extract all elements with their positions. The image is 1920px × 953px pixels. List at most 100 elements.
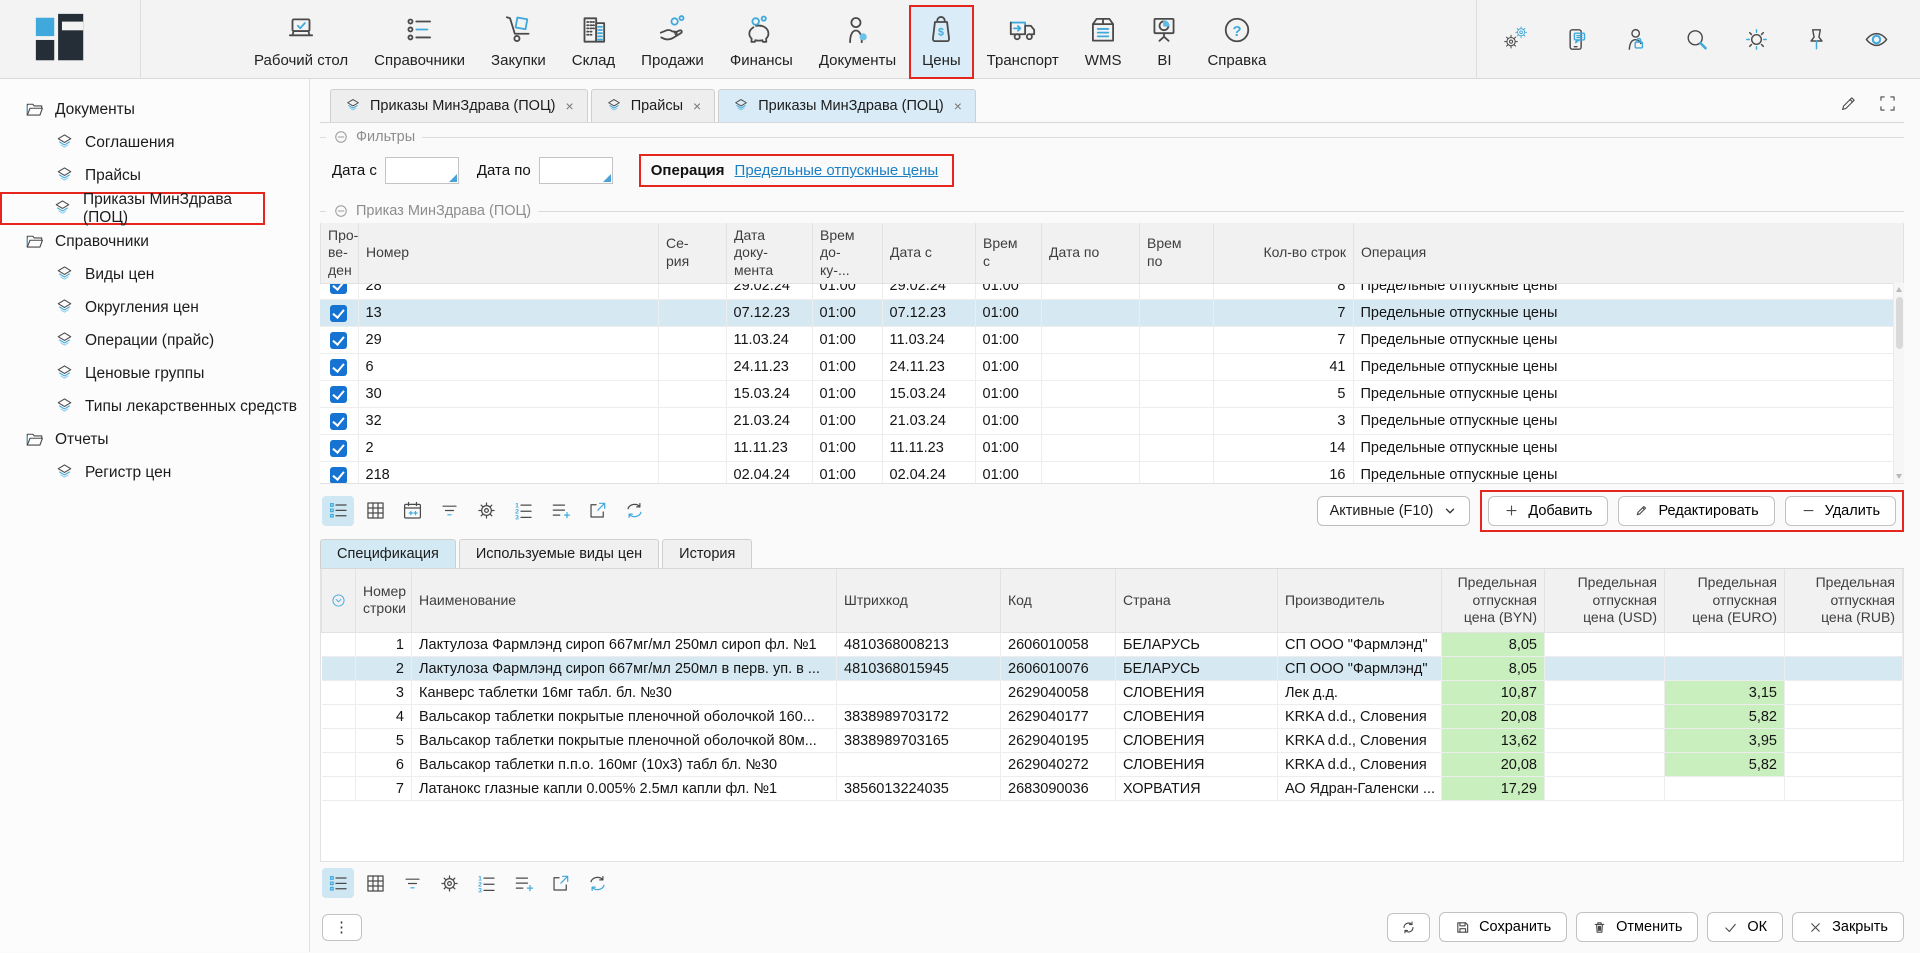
save-button[interactable]: Сохранить	[1439, 912, 1567, 942]
orders-col-header[interactable]: Про- ве- ден	[321, 223, 359, 283]
orders-col-header[interactable]: Дата с	[883, 223, 976, 283]
sidebar-item[interactable]: Документы	[0, 93, 309, 126]
tab-close-icon[interactable]: ×	[954, 98, 962, 114]
calendar-plus-button[interactable]	[396, 496, 428, 526]
menu-item-transport[interactable]: Транспорт	[974, 5, 1072, 79]
filter-button[interactable]	[396, 868, 428, 898]
sidebar-item[interactable]: Соглашения	[0, 126, 309, 159]
sidebar-item[interactable]: Операции (прайс)	[0, 324, 309, 357]
orders-row[interactable]: 2911.03.2401:0011.03.2401:007Предельные …	[320, 327, 1904, 354]
detail-tab[interactable]: История	[662, 539, 752, 568]
active-filter-select[interactable]: Активные (F10)	[1317, 496, 1471, 526]
tab-close-icon[interactable]: ×	[566, 98, 574, 114]
date-to-input[interactable]	[539, 157, 613, 184]
menu-item-finance[interactable]: Финансы	[717, 5, 806, 79]
spec-row[interactable]: 2Лактулоза Фармлэнд сироп 667мг/мл 250мл…	[322, 657, 1903, 681]
menu-item-bi[interactable]: BI	[1134, 5, 1194, 79]
menu-item-purchases[interactable]: Закупки	[478, 5, 559, 79]
spec-row[interactable]: 4Вальсакор таблетки покрытые пленочной о…	[322, 705, 1903, 729]
spec-col-header[interactable]: Штрихкод	[837, 569, 1001, 633]
user-lock-icon[interactable]	[1623, 26, 1650, 53]
edit-icon[interactable]	[1838, 93, 1859, 114]
numbered-list-button[interactable]: 123	[507, 496, 539, 526]
document-tab[interactable]: Прайсы×	[591, 89, 716, 122]
cancel-button[interactable]: Отменить	[1576, 912, 1698, 942]
menu-item-warehouse[interactable]: Склад	[559, 5, 628, 79]
spec-col-header[interactable]: Страна	[1116, 569, 1278, 633]
row-checkbox[interactable]	[330, 332, 347, 349]
spec-col-header[interactable]: Код	[1001, 569, 1116, 633]
sidebar-item[interactable]: Типы лекарственных средств	[0, 390, 309, 423]
sidebar-item[interactable]: Справочники	[0, 225, 309, 258]
list-plus-button[interactable]	[507, 868, 539, 898]
repeat-button[interactable]	[581, 868, 613, 898]
list-plus-button[interactable]	[544, 496, 576, 526]
spec-col-header[interactable]: Предельная отпускная цена (BYN)	[1442, 569, 1545, 633]
row-checkbox[interactable]	[330, 413, 347, 430]
collapse-icon[interactable]	[333, 129, 349, 145]
row-checkbox[interactable]	[330, 359, 347, 376]
orders-col-header[interactable]: Врем по	[1140, 223, 1214, 283]
orders-col-header[interactable]: Дата доку- мента	[727, 223, 813, 283]
spec-row[interactable]: 1Лактулоза Фармлэнд сироп 667мг/мл 250мл…	[322, 633, 1903, 657]
spec-col-header[interactable]: Предельная отпускная цена (USD)	[1545, 569, 1665, 633]
orders-row[interactable]: 3221.03.2401:0021.03.2401:003Предельные …	[320, 408, 1904, 435]
date-from-input[interactable]	[385, 157, 459, 184]
orders-col-header[interactable]: Дата по	[1042, 223, 1140, 283]
spec-col-header[interactable]: Предельная отпускная цена (RUB)	[1785, 569, 1903, 633]
pin-icon[interactable]	[1803, 26, 1830, 53]
orders-row[interactable]: 2829.02.2401:0029.02.2401:008Предельные …	[320, 284, 1904, 300]
edit-button[interactable]: Редактировать	[1618, 496, 1774, 526]
orders-col-header[interactable]: Врем до- ку-...	[813, 223, 883, 283]
view-list-button[interactable]	[322, 496, 354, 526]
row-checkbox[interactable]	[330, 305, 347, 322]
numbered-list-button[interactable]: 123	[470, 868, 502, 898]
menu-item-desktop[interactable]: Рабочий стол	[241, 5, 361, 79]
row-checkbox[interactable]	[330, 386, 347, 403]
gear-button[interactable]	[470, 496, 502, 526]
chevron-circle-icon[interactable]	[330, 592, 347, 609]
row-checkbox[interactable]	[330, 284, 347, 295]
document-tab[interactable]: Приказы МинЗдрава (ПОЦ)×	[718, 89, 976, 122]
phone-chat-icon[interactable]	[1563, 26, 1590, 53]
orders-col-header[interactable]: Врем с	[976, 223, 1042, 283]
settings-gears-icon[interactable]	[1503, 26, 1530, 53]
menu-item-documents[interactable]: Документы	[806, 5, 909, 79]
ok-button[interactable]: ОК	[1707, 912, 1783, 942]
detail-tab[interactable]: Используемые виды цен	[459, 539, 659, 568]
orders-scrollbar[interactable]	[1893, 283, 1904, 483]
document-tab[interactable]: Приказы МинЗдрава (ПОЦ)×	[330, 89, 588, 122]
orders-row[interactable]: 211.11.2301:0011.11.2301:0014Предельные …	[320, 435, 1904, 462]
menu-item-prices[interactable]: $Цены	[909, 5, 974, 79]
menu-item-catalogs[interactable]: Справочники	[361, 5, 478, 79]
filter-button[interactable]	[433, 496, 465, 526]
orders-row[interactable]: 1307.12.2301:0007.12.2301:007Предельные …	[320, 300, 1904, 327]
sidebar-item[interactable]: Отчеты	[0, 423, 309, 456]
grid-button[interactable]	[359, 868, 391, 898]
expand-icon[interactable]	[1877, 93, 1898, 114]
spec-col-header[interactable]: Наименование	[412, 569, 837, 633]
spec-row[interactable]: 6Вальсакор таблетки п.п.о. 160мг (10х3) …	[322, 753, 1903, 777]
spec-select-col-header[interactable]	[322, 569, 356, 633]
menu-item-help[interactable]: ?Справка	[1194, 5, 1279, 79]
view-list-button[interactable]	[322, 868, 354, 898]
more-button[interactable]: ⋮	[322, 914, 362, 941]
sidebar-item[interactable]: Регистр цен	[0, 456, 309, 489]
spec-col-header[interactable]: Предельная отпускная цена (EURO)	[1665, 569, 1785, 633]
orders-row[interactable]: 21802.04.2401:0002.04.2401:0016Предельны…	[320, 462, 1904, 484]
spec-row[interactable]: 7Латанокс глазные капли 0.005% 2.5мл кап…	[322, 777, 1903, 801]
menu-item-wms[interactable]: WMS	[1072, 5, 1135, 79]
operation-link[interactable]: Предельные отпускные цены	[735, 162, 939, 179]
spec-row[interactable]: 5Вальсакор таблетки покрытые пленочной о…	[322, 729, 1903, 753]
refresh-button[interactable]	[1387, 913, 1430, 942]
close-button[interactable]: Закрыть	[1792, 912, 1904, 942]
orders-col-header[interactable]: Кол-во строк	[1214, 223, 1354, 283]
repeat-button[interactable]	[618, 496, 650, 526]
orders-row[interactable]: 624.11.2301:0024.11.2301:0041Предельные …	[320, 354, 1904, 381]
search-icon[interactable]	[1683, 26, 1710, 53]
sidebar-item[interactable]: Виды цен	[0, 258, 309, 291]
grid-button[interactable]	[359, 496, 391, 526]
delete-button[interactable]: Удалить	[1785, 496, 1896, 526]
detail-tab[interactable]: Спецификация	[320, 539, 456, 568]
sidebar-item[interactable]: Округления цен	[0, 291, 309, 324]
